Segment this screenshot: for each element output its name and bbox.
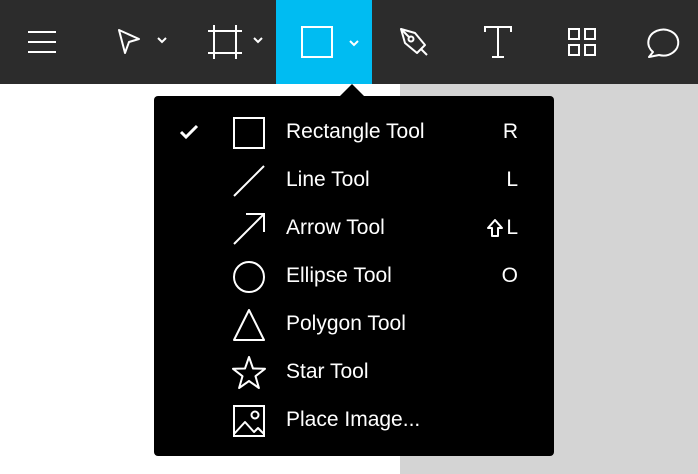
menu-item-rectangle-tool[interactable]: Rectangle Tool R: [154, 108, 554, 156]
line-icon: [233, 165, 265, 197]
menu-item-shortcut: O: [501, 264, 518, 287]
comment-icon: [647, 28, 680, 58]
menu-item-label: Place Image...: [286, 408, 421, 431]
frame-tool-button[interactable]: [196, 0, 276, 84]
chevron-down-icon: [349, 40, 359, 47]
menu-item-ellipse-tool[interactable]: Ellipse Tool O: [154, 252, 554, 300]
menu-item-label: Ellipse Tool: [286, 264, 392, 287]
shift-icon: [487, 219, 504, 237]
image-icon: [233, 405, 265, 437]
text-tool-button[interactable]: [472, 0, 524, 84]
shape-tool-button[interactable]: [276, 0, 372, 84]
menu-item-place-image[interactable]: Place Image...: [154, 396, 554, 444]
rectangle-icon: [233, 117, 265, 149]
menu-item-shortcut: L: [506, 168, 518, 191]
main-menu-button[interactable]: [20, 0, 64, 84]
menu-item-line-tool[interactable]: Line Tool L: [154, 156, 554, 204]
menu-item-shortcut: R: [502, 120, 518, 143]
chevron-down-icon: [253, 37, 263, 44]
menu-item-shortcut-group: L: [486, 216, 518, 240]
menu-caret: [340, 84, 364, 96]
menu-item-star-tool[interactable]: Star Tool: [154, 348, 554, 396]
menu-item-label: Star Tool: [286, 360, 369, 383]
menu-item-arrow-tool[interactable]: Arrow Tool L: [154, 204, 554, 252]
toolbar: [0, 0, 698, 84]
menu-item-label: Polygon Tool: [286, 312, 406, 335]
menu-item-label: Rectangle Tool: [286, 120, 425, 143]
polygon-icon: [233, 309, 265, 341]
star-icon: [232, 356, 266, 389]
shape-tools-menu: Rectangle Tool R Line Tool L Arrow Tool …: [154, 96, 554, 456]
menu-item-shortcut: L: [506, 216, 518, 239]
chevron-down-icon: [157, 37, 167, 44]
checkmark-icon: [179, 124, 199, 140]
pen-tool-button[interactable]: [388, 0, 440, 84]
components-icon: [568, 28, 596, 56]
menu-item-label: Line Tool: [286, 168, 370, 191]
hamburger-icon: [28, 31, 56, 53]
move-tool-button[interactable]: [100, 0, 180, 84]
components-tool-button[interactable]: [556, 0, 608, 84]
frame-icon: [208, 25, 242, 59]
menu-item-polygon-tool[interactable]: Polygon Tool: [154, 300, 554, 348]
menu-item-label: Arrow Tool: [286, 216, 385, 239]
rectangle-icon: [301, 26, 333, 58]
text-icon: [484, 26, 512, 58]
move-cursor-icon: [118, 29, 140, 54]
arrow-icon: [233, 213, 265, 245]
pen-icon: [400, 28, 428, 56]
comment-tool-button[interactable]: [638, 0, 690, 84]
ellipse-icon: [233, 261, 265, 293]
